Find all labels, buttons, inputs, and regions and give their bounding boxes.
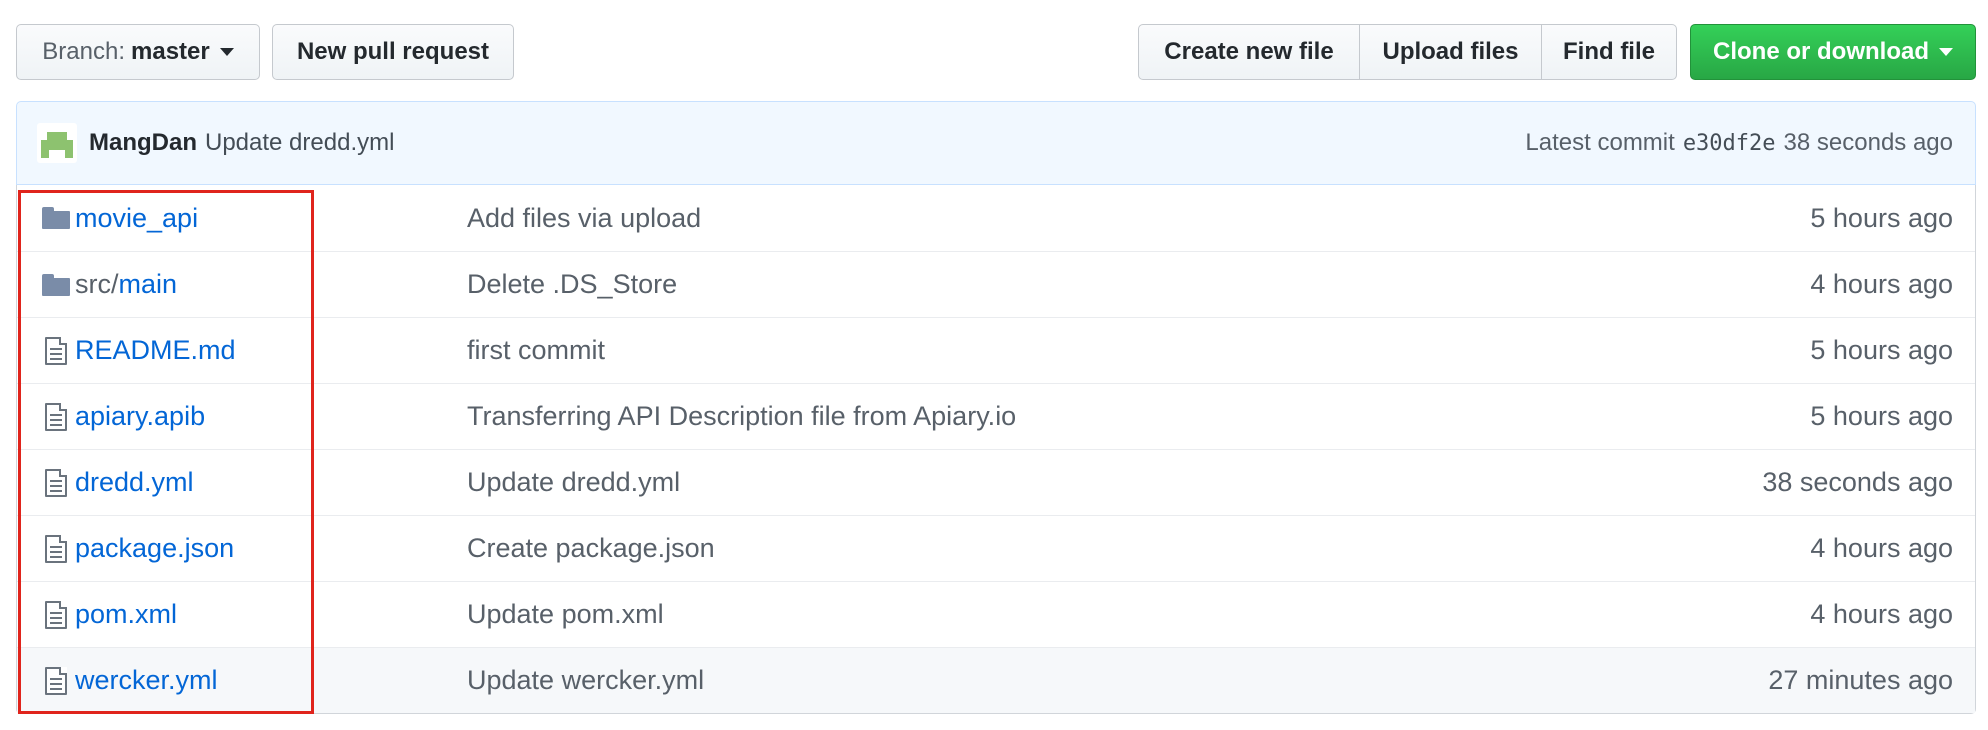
commit-author-link[interactable]: MangDan [89, 129, 197, 157]
file-age: 5 hours ago [1810, 401, 1953, 431]
clone-or-download-button[interactable]: Clone or download [1690, 24, 1976, 80]
branch-prefix: Branch: [42, 38, 125, 65]
latest-commit-label: Latest commit [1525, 129, 1675, 156]
find-file-button[interactable]: Find file [1541, 24, 1677, 80]
clone-or-download-label: Clone or download [1713, 38, 1929, 65]
file-age: 5 hours ago [1810, 335, 1953, 365]
file-age: 5 hours ago [1810, 202, 1953, 233]
file-commit-message-link[interactable]: Delete .DS_Store [467, 269, 1555, 300]
avatar[interactable] [37, 123, 77, 163]
branch-select-button[interactable]: Branch: master [16, 24, 260, 80]
file-age: 27 minutes ago [1768, 665, 1953, 695]
file-age: 4 hours ago [1810, 599, 1953, 629]
new-pull-request-button[interactable]: New pull request [272, 24, 514, 80]
latest-commit-bar: MangDan Update dredd.yml Latest commit e… [16, 101, 1976, 185]
chevron-down-icon [1939, 48, 1953, 56]
upload-files-button[interactable]: Upload files [1359, 24, 1542, 80]
file-commit-message-link[interactable]: Update pom.xml [467, 599, 1555, 630]
branch-name: master [131, 38, 210, 65]
chevron-down-icon [219, 48, 234, 56]
file-commit-message-link[interactable]: Add files via upload [467, 203, 1555, 234]
commit-message-link[interactable]: Update dredd.yml [205, 129, 394, 157]
commit-age: 38 seconds ago [1783, 129, 1953, 156]
commit-meta: Latest commit e30df2e 38 seconds ago [1525, 129, 1953, 157]
file-age: 4 hours ago [1810, 533, 1953, 563]
file-age: 4 hours ago [1810, 269, 1953, 299]
file-commit-message-link[interactable]: Update dredd.yml [467, 467, 1555, 498]
file-commit-message-link[interactable]: first commit [467, 335, 1555, 366]
repo-toolbar: Branch: master New pull request Create n… [0, 0, 1988, 100]
file-age: 38 seconds ago [1762, 467, 1953, 497]
annotation-highlight-box [18, 190, 314, 714]
commit-sha-link[interactable]: e30df2e [1683, 131, 1776, 156]
file-actions-group: Create new file Upload files Find file [1138, 24, 1677, 80]
file-commit-message-link[interactable]: Create package.json [467, 533, 1555, 564]
file-commit-message-link[interactable]: Transferring API Description file from A… [467, 401, 1555, 432]
file-commit-message-link[interactable]: Update wercker.yml [467, 665, 1555, 696]
create-new-file-button[interactable]: Create new file [1138, 24, 1360, 80]
